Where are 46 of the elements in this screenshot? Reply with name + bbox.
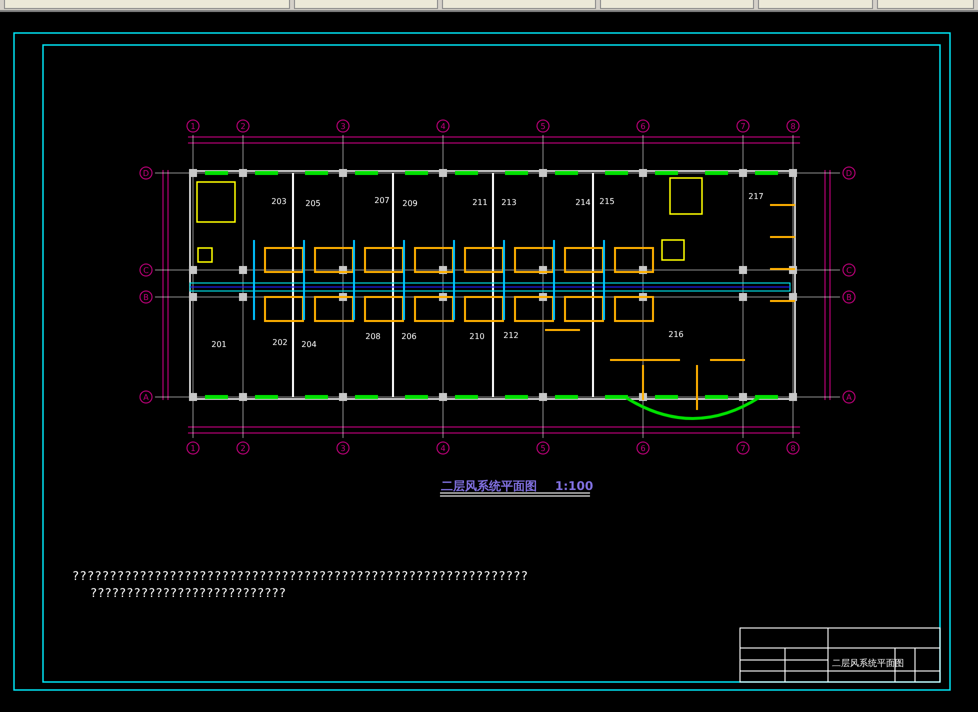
grid-bubble: C — [140, 264, 152, 276]
note-text: ????????????????????????????????????????????????????????????? — [72, 569, 528, 583]
plan-title: 二层风系统平面图 — [441, 479, 537, 493]
room-number: 209 — [402, 199, 418, 208]
grid-bubble: 7 — [736, 120, 750, 132]
grid-bubble: 6 — [636, 442, 650, 454]
room-number: 211 — [472, 198, 488, 207]
room-number: 217 — [748, 192, 764, 201]
grid-bubble: C — [842, 264, 856, 276]
drawing-name: 二层风系统平面图 — [832, 659, 904, 669]
note-text: ??????????????????????????? — [90, 586, 286, 600]
grid-bubble: 4 — [436, 442, 450, 454]
grid-bubble: 7 — [736, 442, 750, 454]
plan-scale: 1:100 — [555, 479, 594, 493]
room-number: 207 — [374, 196, 390, 205]
grid-bubble: 3 — [336, 442, 350, 454]
room-number: 204 — [301, 340, 317, 349]
grid-bubble: 6 — [636, 120, 650, 132]
room-number: 202 — [272, 338, 288, 347]
grid-bubble: 4 — [436, 120, 450, 132]
room-number: 210 — [469, 332, 485, 341]
room-number: 203 — [271, 197, 287, 206]
room-number: 201 — [211, 340, 227, 349]
grid-bubble: 1 — [186, 442, 200, 454]
grid-bubble: 5 — [536, 120, 550, 132]
grid-bubble: A — [842, 390, 856, 404]
room-number: 212 — [503, 331, 519, 340]
grid-bubble: 8 — [786, 442, 800, 454]
room-number: 206 — [401, 332, 417, 341]
grid-bubble: D — [842, 166, 856, 180]
room-number: 215 — [599, 197, 615, 206]
room-number: 208 — [365, 332, 381, 341]
grid-bubble: 3 — [336, 120, 350, 132]
room-number: 214 — [575, 198, 591, 207]
room-number: 213 — [501, 198, 517, 207]
room-number: 216 — [668, 330, 684, 339]
grid-bubble: A — [140, 390, 152, 404]
grid-bubble: 2 — [236, 442, 250, 454]
grid-bubble: 8 — [786, 120, 800, 132]
grid-bubble: B — [842, 290, 856, 304]
room-number: 205 — [305, 199, 321, 208]
grid-bubble: B — [140, 290, 152, 304]
grid-bubble: 5 — [536, 442, 550, 454]
grid-bubble: 2 — [236, 120, 250, 132]
grid-bubble: 1 — [186, 120, 200, 132]
grid-bubble: D — [140, 166, 152, 180]
